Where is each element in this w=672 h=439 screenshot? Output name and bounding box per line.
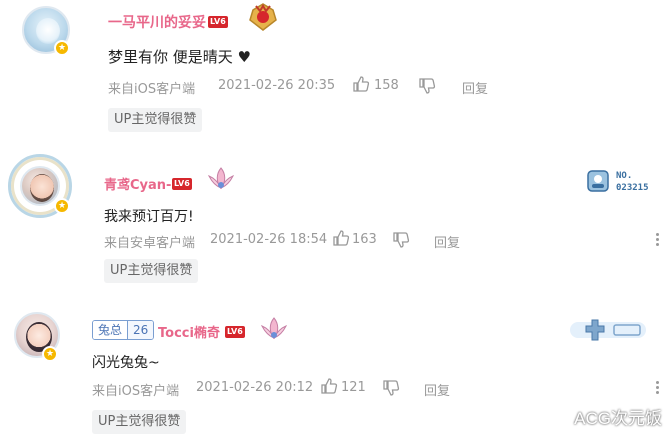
fan-medal-level: 26 [127,321,154,339]
thumbs-down-icon[interactable] [382,379,400,397]
more-vertical-icon[interactable] [656,233,660,248]
comment-text: 我来预订百万! [104,209,194,225]
comment-source: 来自iOS客户端 [92,384,180,399]
username[interactable]: 青鸢Cyan- [104,174,171,193]
level-badge: LV6 [225,326,245,338]
up-liked-tag: UP主觉得很赞 [108,108,203,132]
comment-time: 2021-02-26 20:12 [196,380,314,395]
avatar[interactable] [20,166,60,206]
like-count: 163 [352,232,377,247]
thumbs-up-icon[interactable] [352,75,370,93]
thumbs-down-icon[interactable] [418,77,436,95]
reply-button[interactable]: 回复 [424,380,450,399]
comment-item: ★ 一马平川的妥妥 LV6 梦里有你 便是晴天 ♥ 来自iOS客户端 2021-… [0,0,672,140]
comment-source: 来自iOS客户端 [108,82,196,97]
comment-text: 梦里有你 便是晴天 ♥ [108,48,251,66]
level-badge: LV6 [172,178,192,190]
fan-medal[interactable]: 兔总 26 [92,320,155,340]
reply-button[interactable]: 回复 [462,78,488,97]
vip-badge-icon: ★ [42,346,58,362]
username[interactable]: Tocci椭奇 [158,322,220,341]
nft-number: 023215 [616,183,649,193]
fan-medal-name: 兔总 [93,321,128,339]
vip-badge-icon: ★ [54,198,70,214]
up-liked-tag: UP主觉得很赞 [92,410,187,434]
nft-badge-icon [587,170,609,192]
medal-icon [249,3,277,31]
like-count: 158 [374,78,399,93]
comment-text: 闪光兔兔~ [92,355,160,371]
username[interactable]: 一马平川的妥妥 [108,12,206,32]
lotus-medal-icon [207,167,235,189]
thumbs-up-icon[interactable] [332,229,350,247]
comment-time: 2021-02-26 20:35 [218,78,336,93]
level-badge: LV6 [208,16,228,28]
vip-badge-icon: ★ [54,40,70,56]
comment-source: 来自安卓客户端 [104,236,196,251]
comment-time: 2021-02-26 18:54 [210,232,328,247]
reply-button[interactable]: 回复 [434,232,460,251]
watermark: ACG次元饭 [574,409,662,428]
decoration-card-icon [570,319,646,341]
lotus-medal-icon [260,317,288,339]
up-liked-tag: UP主觉得很赞 [104,259,199,283]
nft-label: NO. [616,171,633,181]
comment-item: ★ 青鸢Cyan- LV6 NO. 023215 我来预订百万! 来自安卓客户端… [0,140,672,290]
comment-item: ★ 兔总 26 Tocci椭奇 LV6 闪光兔兔~ 来自iOS客户端 2021-… [0,290,672,439]
thumbs-up-icon[interactable] [320,377,338,395]
thumbs-down-icon[interactable] [392,231,410,249]
like-count: 121 [341,380,366,395]
more-vertical-icon[interactable] [656,381,660,396]
